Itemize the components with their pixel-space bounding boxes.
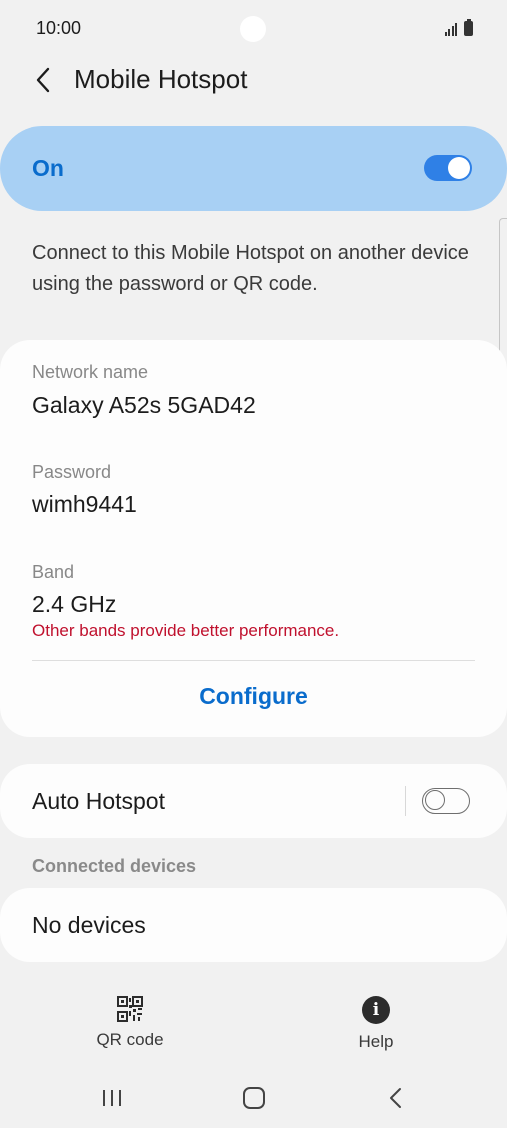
back-icon: [390, 1088, 401, 1108]
master-switch-label: On: [32, 155, 64, 181]
auto-hotspot-label: Auto Hotspot: [32, 788, 165, 814]
qr-code-button[interactable]: QR code: [70, 996, 190, 1056]
divider: [405, 786, 406, 816]
connected-devices-header: Connected devices: [32, 856, 197, 876]
help-button[interactable]: i Help: [316, 996, 436, 1056]
password-label: Password: [32, 462, 112, 482]
page-title: Mobile Hotspot: [74, 64, 248, 94]
status-icons: [444, 18, 473, 36]
qr-code-label: QR code: [96, 1030, 164, 1049]
app-header: Mobile Hotspot: [0, 56, 507, 106]
hotspot-description: Connect to this Mobile Hotspot on anothe…: [32, 242, 469, 295]
network-info-card: Network name Galaxy A52s 5GAD42 Password…: [0, 340, 507, 737]
band-warning: Other bands provide better performance.: [32, 621, 340, 640]
auto-hotspot-row[interactable]: Auto Hotspot: [0, 764, 507, 838]
home-button[interactable]: [234, 1082, 274, 1114]
hotspot-toggle[interactable]: [424, 155, 472, 181]
home-icon: [243, 1087, 265, 1109]
auto-hotspot-toggle[interactable]: [422, 788, 470, 814]
network-name-value: Galaxy A52s 5GAD42: [32, 392, 256, 418]
toggle-knob: [448, 157, 470, 179]
chevron-left-icon: [36, 67, 50, 93]
toggle-knob: [425, 790, 445, 810]
configure-button[interactable]: Configure: [0, 661, 507, 731]
password-value: wimh9441: [32, 491, 137, 517]
nav-back-button[interactable]: [376, 1082, 416, 1114]
recent-apps-icon: [103, 1090, 121, 1106]
help-label: Help: [358, 1032, 394, 1051]
connected-devices-card: No devices: [0, 888, 507, 962]
no-devices-label: No devices: [32, 912, 146, 938]
qr-code-icon: [117, 996, 143, 1022]
band-value: 2.4 GHz: [32, 591, 117, 617]
recent-apps-button[interactable]: [92, 1082, 132, 1114]
camera-cutout: [240, 16, 266, 42]
network-name-label: Network name: [32, 362, 149, 382]
status-bar: 10:00: [0, 0, 507, 56]
system-nav-bar: [0, 1070, 507, 1128]
status-time: 10:00: [36, 18, 82, 38]
back-button[interactable]: [26, 62, 62, 98]
band-label: Band: [32, 562, 75, 582]
signal-bars-icon: [444, 22, 457, 36]
info-icon: i: [362, 996, 390, 1024]
battery-icon: [464, 19, 473, 36]
hotspot-master-switch[interactable]: On: [0, 126, 507, 211]
